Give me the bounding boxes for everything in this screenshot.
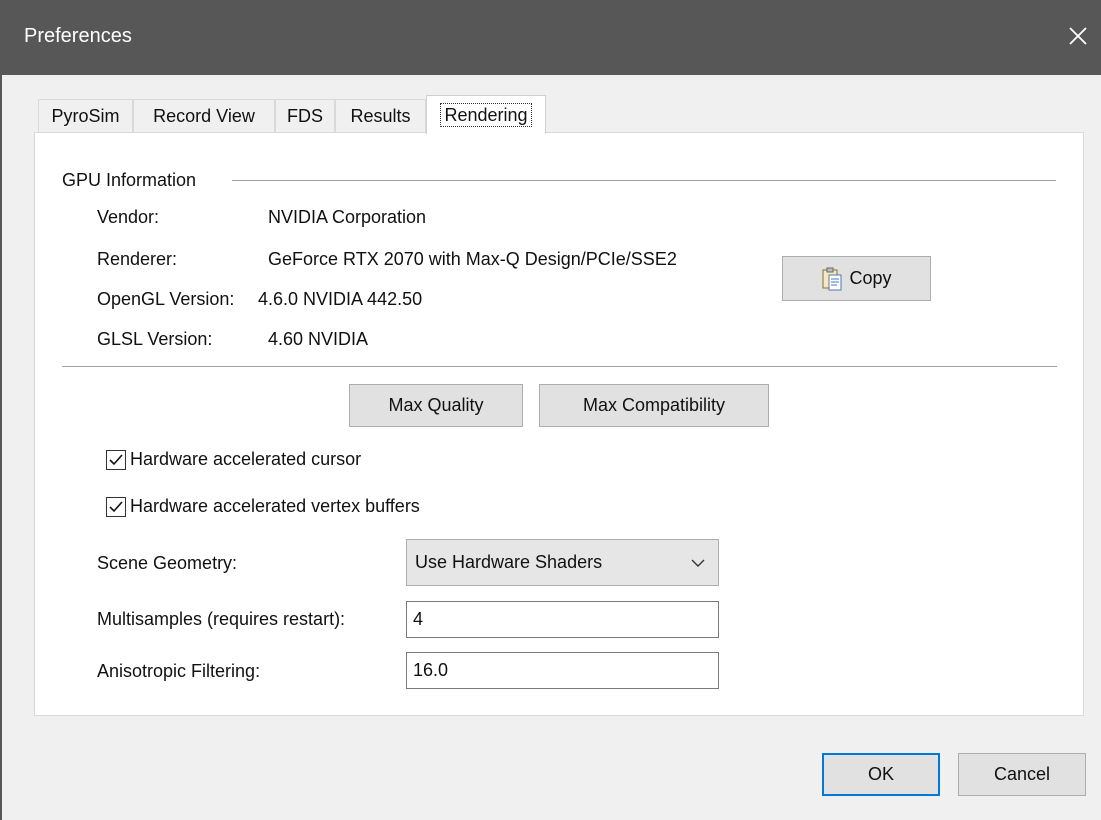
window-border [0, 75, 2, 820]
hw-cursor-checkbox[interactable] [106, 450, 126, 470]
multisamples-label: Multisamples (requires restart): [97, 609, 346, 629]
tab-label: FDS [287, 106, 323, 126]
gpu-group-title: GPU Information [62, 170, 197, 190]
anisotropic-label: Anisotropic Filtering: [97, 661, 261, 681]
ok-button-label: OK [867, 764, 894, 784]
window-title: Preferences [24, 25, 132, 47]
hw-vertex-checkbox[interactable] [106, 497, 126, 517]
tab-record-view[interactable]: Record View [133, 99, 275, 132]
max-compatibility-button[interactable]: Max Compatibility [539, 384, 769, 427]
copy-button-label: Copy [849, 268, 892, 288]
anisotropic-field[interactable] [406, 652, 719, 689]
tab-pyrosim[interactable]: PyroSim [38, 99, 133, 132]
tab-rendering[interactable]: Rendering [426, 95, 546, 134]
scene-geometry-value: Use Hardware Shaders [415, 552, 603, 572]
renderer-value: GeForce RTX 2070 with Max-Q Design/PCIe/… [268, 249, 677, 269]
tab-results[interactable]: Results [335, 99, 426, 132]
glsl-value: 4.60 NVIDIA [268, 329, 369, 349]
cancel-button-label: Cancel [993, 764, 1051, 784]
max-quality-label: Max Quality [388, 395, 484, 415]
group-divider [232, 180, 1056, 181]
close-icon [1069, 27, 1087, 45]
vendor-label: Vendor: [97, 207, 160, 227]
scene-geometry-label: Scene Geometry: [97, 553, 238, 573]
vendor-value: NVIDIA Corporation [268, 207, 427, 227]
opengl-label: OpenGL Version: [97, 289, 235, 309]
title-bar: Preferences [0, 0, 1101, 75]
hw-cursor-label[interactable]: Hardware accelerated cursor [130, 449, 361, 470]
section-separator [62, 366, 1057, 367]
scene-geometry-select[interactable]: Use Hardware Shaders [406, 539, 719, 586]
tab-label: Results [350, 106, 411, 126]
chevron-down-icon [691, 559, 705, 567]
renderer-label: Renderer: [97, 249, 178, 269]
tab-label: Rendering [440, 103, 532, 127]
tab-label: PyroSim [51, 106, 120, 126]
max-compatibility-label: Max Compatibility [582, 395, 726, 415]
copy-button[interactable]: Copy [782, 256, 931, 301]
check-icon [109, 454, 123, 466]
max-quality-button[interactable]: Max Quality [349, 384, 523, 427]
multisamples-field[interactable] [406, 601, 719, 638]
glsl-label: GLSL Version: [97, 329, 213, 349]
opengl-value: 4.6.0 NVIDIA 442.50 [258, 289, 423, 309]
clipboard-icon [822, 267, 842, 290]
hw-vertex-label[interactable]: Hardware accelerated vertex buffers [130, 496, 420, 517]
ok-button[interactable]: OK [822, 753, 940, 796]
cancel-button[interactable]: Cancel [958, 753, 1086, 796]
close-button[interactable] [1058, 16, 1098, 56]
tab-label: Record View [153, 106, 255, 126]
check-icon [109, 501, 123, 513]
tab-fds[interactable]: FDS [275, 99, 335, 132]
